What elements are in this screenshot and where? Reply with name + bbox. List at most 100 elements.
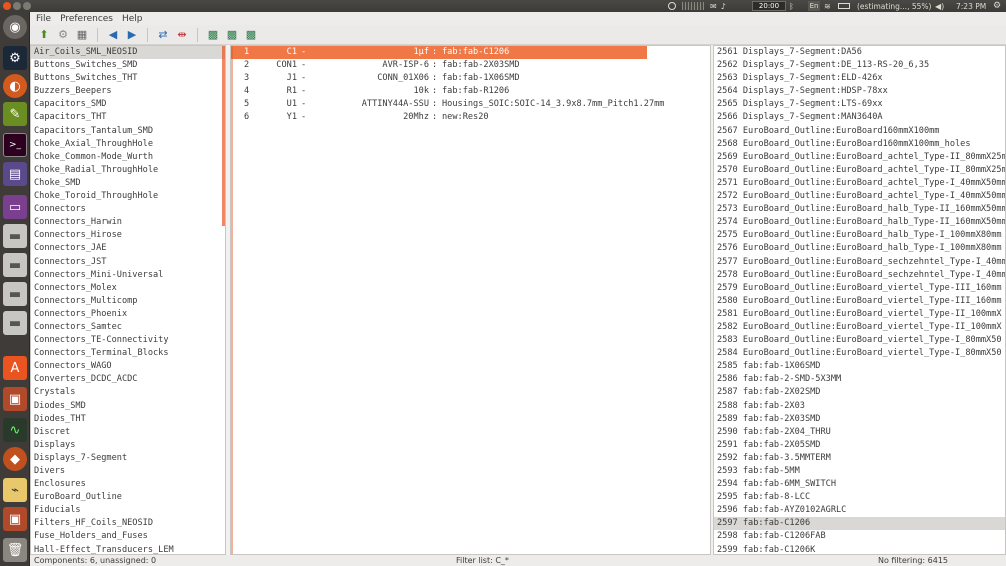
library-item[interactable]: Divers [31, 465, 225, 478]
filter-library-icon[interactable]: ▩ [243, 27, 259, 43]
library-item[interactable]: Connectors_Samtec [31, 321, 225, 334]
library-item[interactable]: Connectors_Hirose [31, 229, 225, 242]
app-icon[interactable]: ▣ [3, 507, 27, 531]
library-item[interactable]: Choke_Radial_ThroughHole [31, 164, 225, 177]
previous-arrow-icon[interactable]: ◀ [105, 27, 121, 43]
system-monitor-icon[interactable]: ∿ [3, 418, 27, 442]
library-item[interactable]: Air_Coils_SML_NEOSID [31, 46, 225, 60]
footprint-item[interactable]: 2572 EuroBoard_Outline:EuroBoard_achtel_… [714, 190, 1005, 203]
component-row[interactable]: 5 U1 ATTINY44A-SSU Housings_SOIC:SOIC-14_3.… [231, 98, 664, 111]
files-icon[interactable]: ▤ [3, 162, 27, 186]
kicad-icon[interactable]: ⌁ [3, 478, 27, 502]
footprint-item[interactable]: 2573 EuroBoard_Outline:EuroBoard_halb_Ty… [714, 203, 1005, 216]
library-item[interactable]: Displays [31, 439, 225, 452]
footprint-item[interactable]: 2564 Displays_7-Segment:HDSP-78xx [714, 85, 1005, 98]
minimize-window-button[interactable] [13, 2, 21, 10]
filter-pin-count-icon[interactable]: ▩ [224, 27, 240, 43]
footprint-item[interactable]: 2584 EuroBoard_Outline:EuroBoard_viertel… [714, 347, 1005, 360]
footprint-item[interactable]: 2569 EuroBoard_Outline:EuroBoard_achtel_… [714, 151, 1005, 164]
settings-icon[interactable]: ⚙ [55, 27, 71, 43]
clock-field[interactable]: 20:00 [752, 1, 786, 11]
footprint-list[interactable]: 2561 Displays_7-Segment:DA56 2562 Display… [713, 45, 1006, 555]
battery-icon[interactable] [838, 1, 850, 11]
software-center-icon[interactable]: A [3, 356, 27, 380]
footprint-settings-icon[interactable]: ▦ [74, 27, 90, 43]
volume-icon[interactable]: ♪ [721, 2, 726, 11]
drive-icon[interactable]: ▬ [3, 282, 27, 306]
speaker-icon[interactable]: ◀) [935, 1, 944, 11]
drive-icon[interactable]: ▬ [3, 253, 27, 277]
network-icon[interactable] [668, 2, 676, 10]
library-item[interactable]: Buzzers_Beepers [31, 85, 225, 98]
footprint-item[interactable]: 2580 EuroBoard_Outline:EuroBoard_viertel… [714, 295, 1005, 308]
library-item[interactable]: Hall-Effect_Transducers_LEM [31, 544, 225, 554]
library-item[interactable]: Buttons_Switches_SMD [31, 59, 225, 72]
filter-keywords-icon[interactable]: ▩ [205, 27, 221, 43]
library-item[interactable]: Connectors_WAGO [31, 360, 225, 373]
footprint-item[interactable]: 2571 EuroBoard_Outline:EuroBoard_achtel_… [714, 177, 1005, 190]
library-item[interactable]: Capacitors_SMD [31, 98, 225, 111]
footprint-item[interactable]: 2563 Displays_7-Segment:ELD-426x [714, 72, 1005, 85]
footprint-item[interactable]: 2583 EuroBoard_Outline:EuroBoard_viertel… [714, 334, 1005, 347]
library-item[interactable]: Connectors_TE-Connectivity [31, 334, 225, 347]
library-item[interactable]: Discret [31, 426, 225, 439]
mail-icon[interactable]: ✉ [710, 2, 717, 11]
footprint-item[interactable]: 2574 EuroBoard_Outline:EuroBoard_halb_Ty… [714, 216, 1005, 229]
footprint-item[interactable]: 2565 Displays_7-Segment:LTS-69xx [714, 98, 1005, 111]
library-item[interactable]: Diodes_SMD [31, 400, 225, 413]
drive-icon[interactable]: ▬ [3, 311, 27, 335]
footprint-item[interactable]: 2567 EuroBoard_Outline:EuroBoard160mmX10… [714, 125, 1005, 138]
steam-icon[interactable]: ⚙ [3, 46, 27, 70]
library-item[interactable]: Capacitors_Tantalum_SMD [31, 125, 225, 138]
library-item[interactable]: Connectors [31, 203, 225, 216]
ubuntu-dash-icon[interactable]: ◉ [3, 15, 27, 39]
library-item[interactable]: Connectors_Mini-Universal [31, 269, 225, 282]
drive-icon[interactable]: ▬ [3, 224, 27, 248]
terminal-icon[interactable]: >_ [3, 133, 27, 157]
wifi-icon[interactable]: ≋ [824, 1, 831, 11]
footprint-item[interactable]: 2585 fab:fab-1X06SMD [714, 360, 1005, 373]
delete-associations-icon[interactable]: ⇹ [174, 27, 190, 43]
app-icon[interactable]: ▣ [3, 387, 27, 411]
library-item[interactable]: Capacitors_THT [31, 111, 225, 124]
library-item[interactable]: Buttons_Switches_THT [31, 72, 225, 85]
footprint-item[interactable]: 2582 EuroBoard_Outline:EuroBoard_viertel… [714, 321, 1005, 334]
footprint-item[interactable]: 2577 EuroBoard_Outline:EuroBoard_sechzeh… [714, 256, 1005, 269]
footprint-item[interactable]: 2578 EuroBoard_Outline:EuroBoard_sechzeh… [714, 269, 1005, 282]
maximize-window-button[interactable] [23, 2, 31, 10]
footprint-item[interactable]: 2597 fab:fab-C1206 [714, 517, 1005, 531]
footprint-item[interactable]: 2575 EuroBoard_Outline:EuroBoard_halb_Ty… [714, 229, 1005, 242]
footprint-item[interactable]: 2579 EuroBoard_Outline:EuroBoard_viertel… [714, 282, 1005, 295]
footprint-item[interactable]: 2592 fab:fab-3.5MMTERM [714, 452, 1005, 465]
footprint-item[interactable]: 2588 fab:fab-2X03 [714, 400, 1005, 413]
menu-help[interactable]: Help [122, 14, 143, 24]
trash-icon[interactable]: 🗑 [3, 538, 27, 562]
library-item[interactable]: Connectors_Phoenix [31, 308, 225, 321]
system-clock[interactable]: 7:23 PM [956, 1, 986, 11]
firefox-icon[interactable]: ◐ [3, 74, 27, 98]
footprint-item[interactable]: 2594 fab:fab-6MM_SWITCH [714, 478, 1005, 491]
footprint-item[interactable]: 2566 Displays_7-Segment:MAN3640A [714, 111, 1005, 124]
footprint-item[interactable]: 2561 Displays_7-Segment:DA56 [714, 46, 1005, 59]
footprint-item[interactable]: 2562 Displays_7-Segment:DE_113-RS-20_6,3… [714, 59, 1005, 72]
library-item[interactable]: Connectors_JAE [31, 242, 225, 255]
library-item[interactable]: Choke_Toroid_ThroughHole [31, 190, 225, 203]
library-item[interactable]: Connectors_Molex [31, 282, 225, 295]
footprint-item[interactable]: 2590 fab:fab-2X04_THRU [714, 426, 1005, 439]
footprint-item[interactable]: 2576 EuroBoard_Outline:EuroBoard_halb_Ty… [714, 242, 1005, 255]
app-icon[interactable]: ◆ [3, 447, 27, 471]
library-item[interactable]: Connectors_Harwin [31, 216, 225, 229]
footprint-item[interactable]: 2586 fab:fab-2-SMD-5X3MM [714, 373, 1005, 386]
bluetooth-icon[interactable]: ᛒ [789, 1, 794, 11]
next-arrow-icon[interactable]: ▶ [124, 27, 140, 43]
component-row[interactable]: 4 R1 10k fab:fab-R1206 -: [231, 85, 647, 98]
footprint-item[interactable]: 2591 fab:fab-2X05SMD [714, 439, 1005, 452]
library-item[interactable]: Choke_Common-Mode_Wurth [31, 151, 225, 164]
component-scrollbar[interactable] [231, 46, 233, 554]
keyboard-layout[interactable]: En [808, 1, 820, 11]
menu-file[interactable]: File [36, 14, 51, 24]
save-netlist-icon[interactable]: ⬆ [36, 27, 52, 43]
component-list[interactable]: 1 C1 1µf fab:fab-C1206 -: 2 CON1 AVR-ISP-6 fab:f… [230, 45, 711, 555]
library-item[interactable]: Connectors_JST [31, 256, 225, 269]
footprint-item[interactable]: 2599 fab:fab-C1206K [714, 544, 1005, 554]
